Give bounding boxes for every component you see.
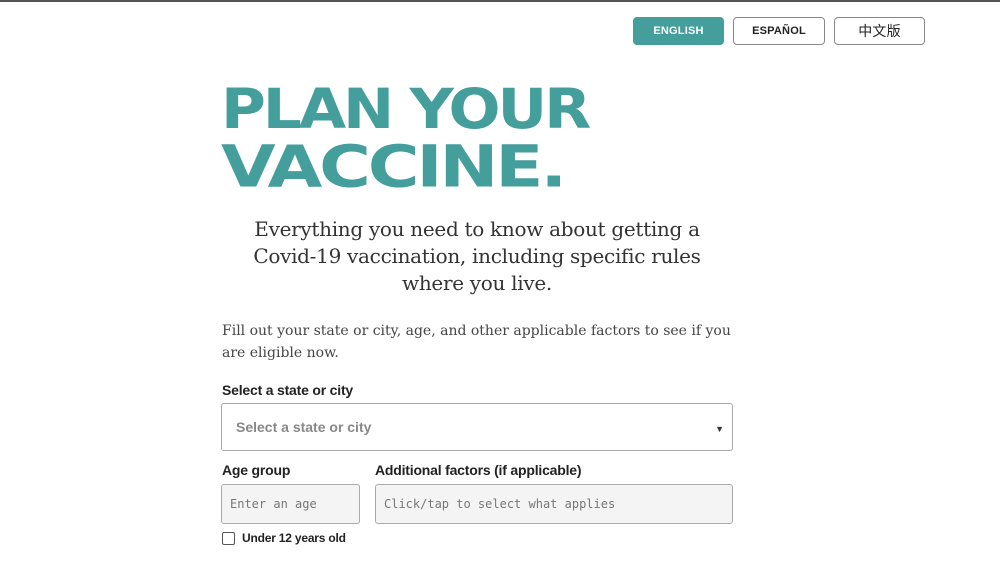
under-12-checkbox[interactable]: [222, 531, 235, 545]
language-spanish-button[interactable]: ESPAÑOL: [733, 17, 825, 45]
state-label: Select a state or city: [222, 382, 353, 398]
chevron-down-icon: ▼: [715, 424, 724, 434]
page-headline: PLAN YOUR VACCINE.: [221, 82, 741, 204]
intro-text: Fill out your state or city, age, and ot…: [222, 323, 731, 361]
state-select[interactable]: Select a state or city ▼: [221, 403, 733, 451]
language-english-button[interactable]: ENGLISH: [633, 17, 724, 45]
headline-line-1: PLAN YOUR: [221, 77, 591, 142]
age-group-label: Age group: [222, 462, 291, 478]
state-select-placeholder: Select a state or city: [236, 419, 372, 435]
top-rule: [0, 0, 1000, 2]
under-12-label[interactable]: Under 12 years old: [242, 531, 346, 545]
under-12-option: Under 12 years old: [222, 531, 346, 545]
language-switcher: ENGLISH ESPAÑOL 中文版: [633, 17, 925, 45]
headline-line-2: VACCINE.: [221, 132, 567, 201]
language-chinese-button[interactable]: 中文版: [834, 17, 925, 45]
additional-factors-input[interactable]: [375, 484, 733, 524]
page-subhead: Everything you need to know about gettin…: [253, 217, 701, 295]
additional-factors-label: Additional factors (if applicable): [375, 462, 582, 478]
age-input[interactable]: [221, 484, 360, 524]
